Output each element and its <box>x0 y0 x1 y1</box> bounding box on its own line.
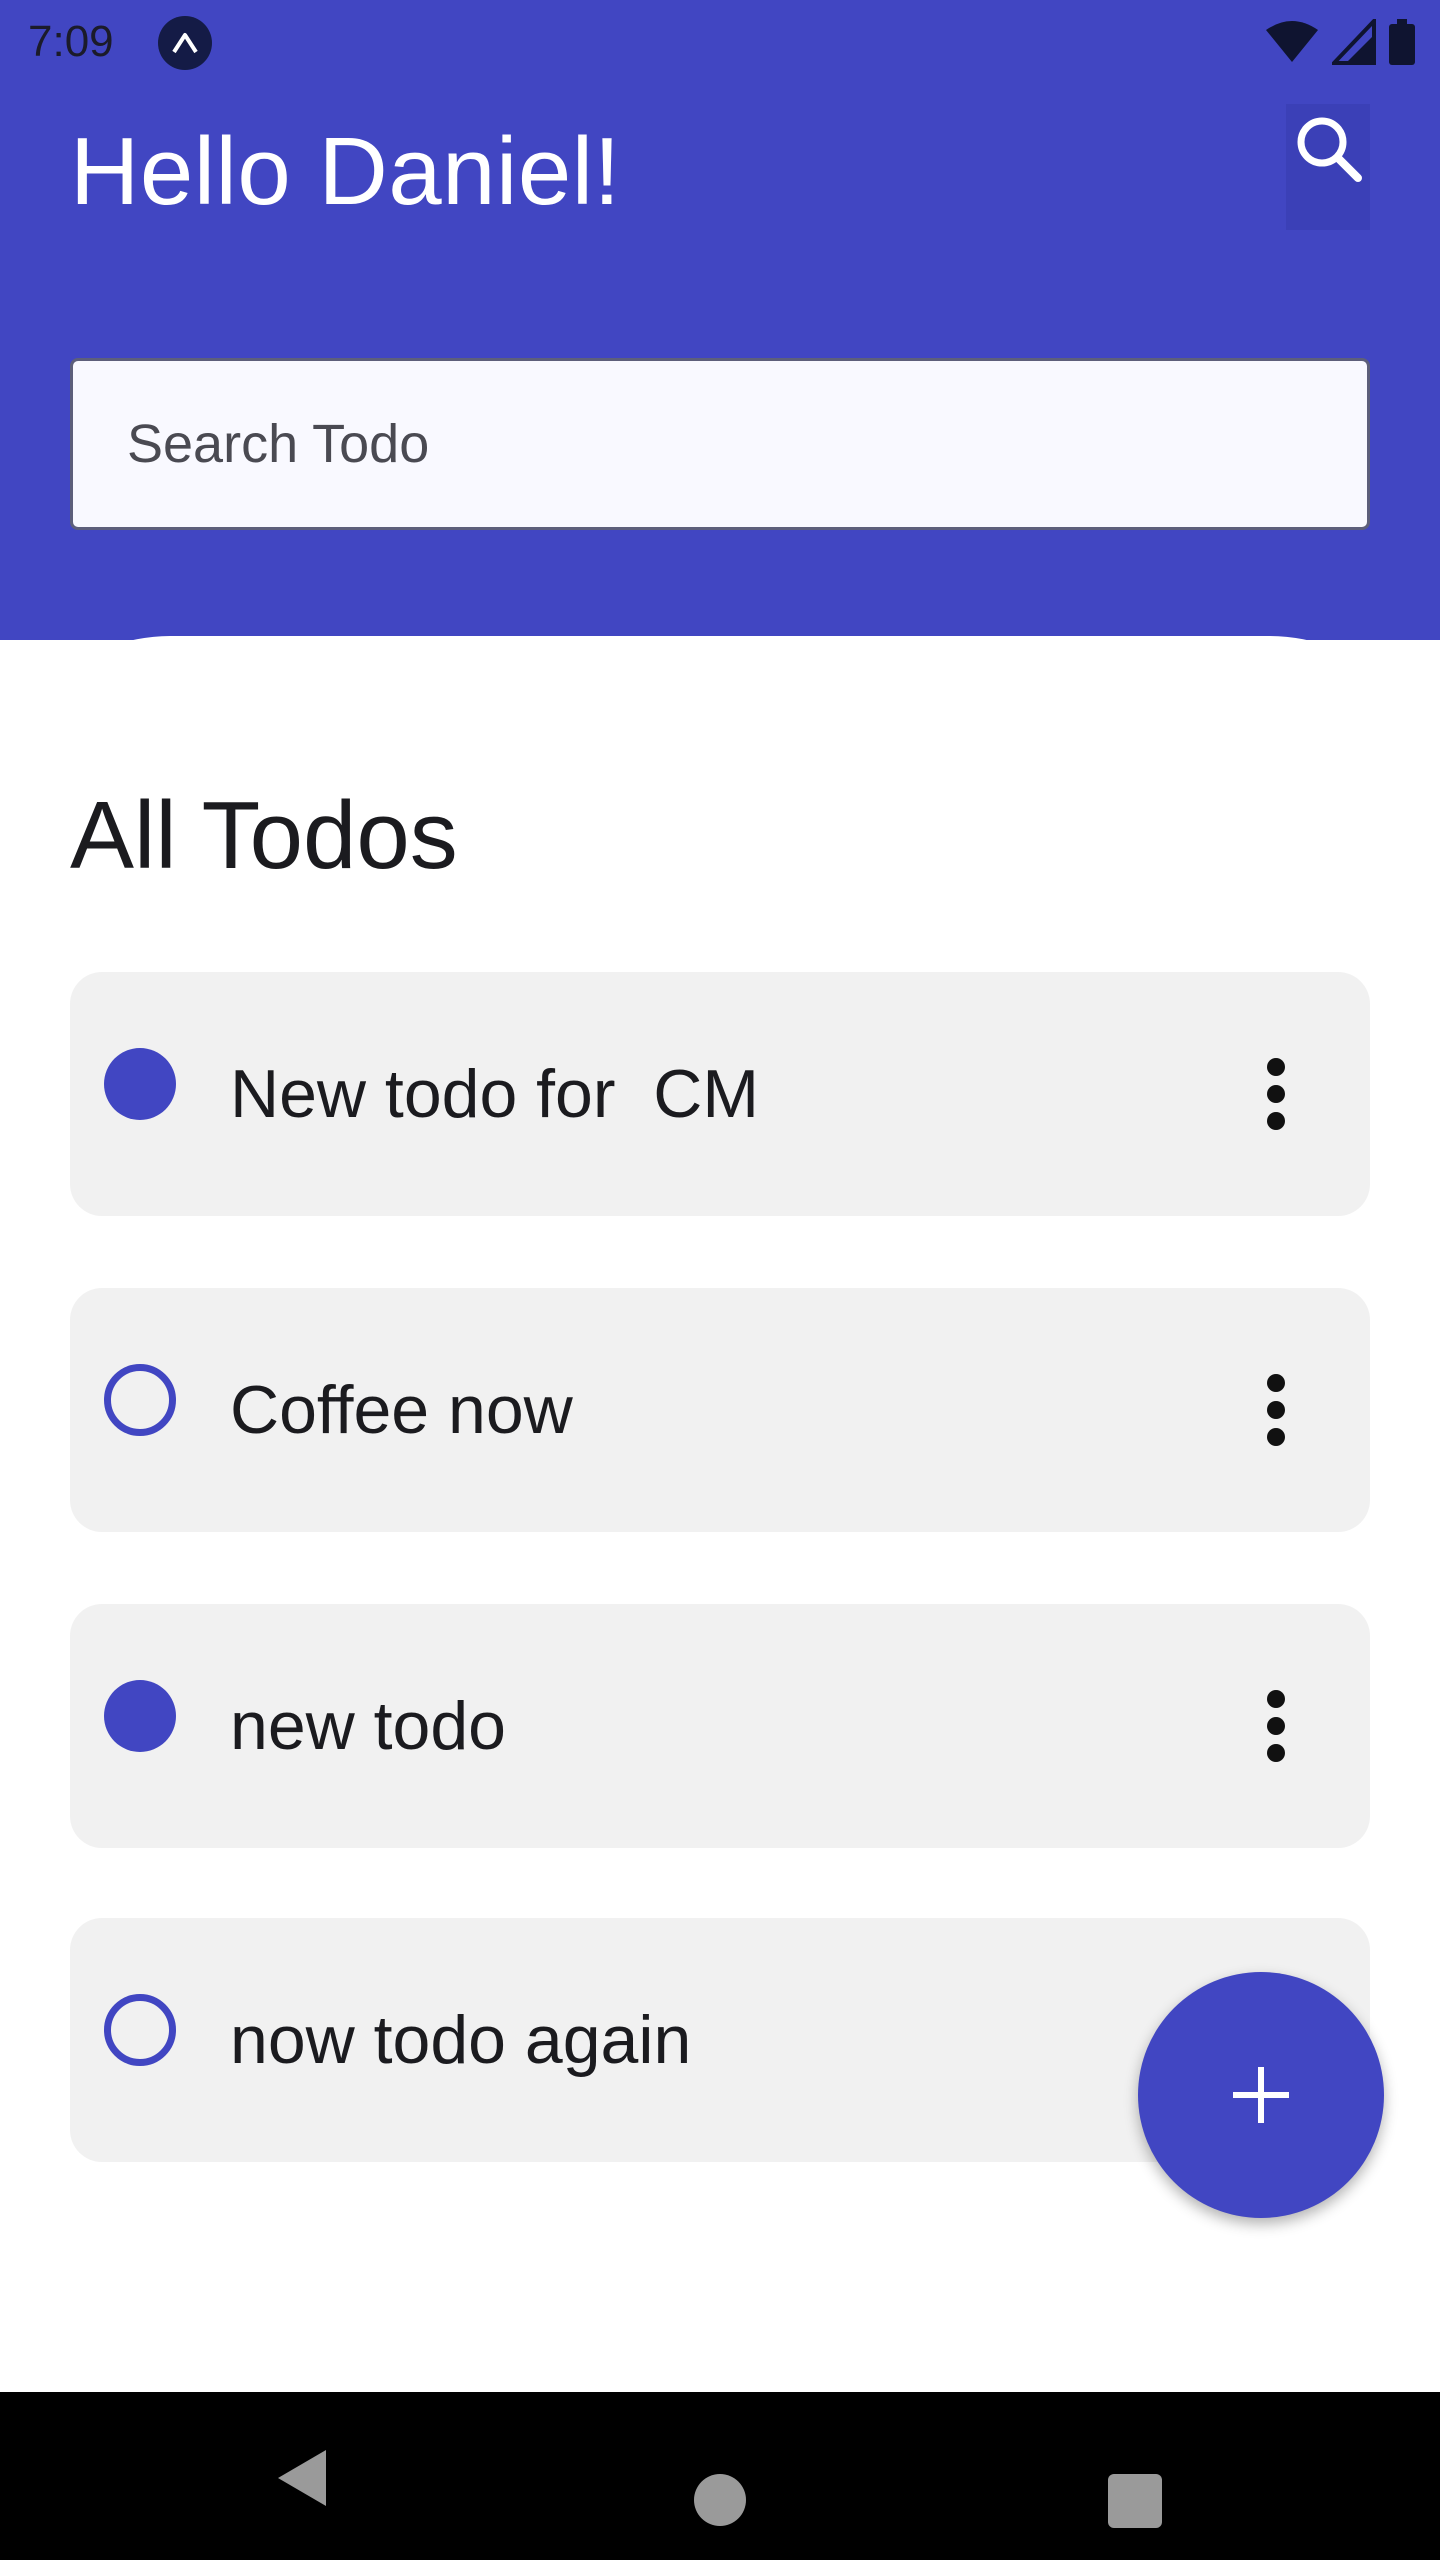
system-nav-bar <box>0 2392 1440 2560</box>
todo-text: New todo for CM <box>230 1056 760 1132</box>
search-button[interactable] <box>1286 104 1370 230</box>
more-options-icon[interactable] <box>1246 1044 1306 1144</box>
todo-item[interactable]: Coffee now <box>70 1288 1370 1532</box>
home-icon[interactable] <box>694 2474 746 2526</box>
search-icon <box>1297 117 1362 182</box>
recents-icon[interactable] <box>1108 2474 1162 2528</box>
todo-checkbox[interactable] <box>104 1364 176 1436</box>
todo-text: now todo again <box>230 2002 692 2078</box>
cell-signal-icon <box>1332 19 1376 65</box>
battery-icon <box>1389 19 1415 65</box>
section-title: All Todos <box>70 782 458 889</box>
more-options-icon[interactable] <box>1246 1360 1306 1460</box>
app-screen: 7:09 Hello Daniel! Search Todo All Todos… <box>0 0 1440 2560</box>
wifi-icon <box>1266 21 1318 62</box>
status-bar: 7:09 <box>0 0 1440 84</box>
todo-checkbox[interactable] <box>104 1994 176 2066</box>
more-options-icon[interactable] <box>1246 1676 1306 1776</box>
plus-icon <box>1233 2067 1289 2123</box>
header: 7:09 Hello Daniel! <box>0 0 1440 640</box>
search-todo-input[interactable] <box>70 358 1370 530</box>
status-indicators <box>1264 16 1416 68</box>
todo-checkbox[interactable] <box>104 1048 176 1120</box>
status-time: 7:09 <box>28 17 114 66</box>
greeting-title: Hello Daniel! <box>70 118 621 225</box>
todo-item[interactable]: New todo for CM <box>70 972 1370 1216</box>
expo-icon <box>158 16 212 70</box>
add-todo-button[interactable] <box>1138 1972 1384 2218</box>
todo-text: Coffee now <box>230 1372 573 1448</box>
todo-checkbox[interactable] <box>104 1680 176 1752</box>
todo-text: new todo <box>230 1688 506 1764</box>
todo-item[interactable]: new todo <box>70 1604 1370 1848</box>
back-icon[interactable] <box>274 2448 328 2508</box>
